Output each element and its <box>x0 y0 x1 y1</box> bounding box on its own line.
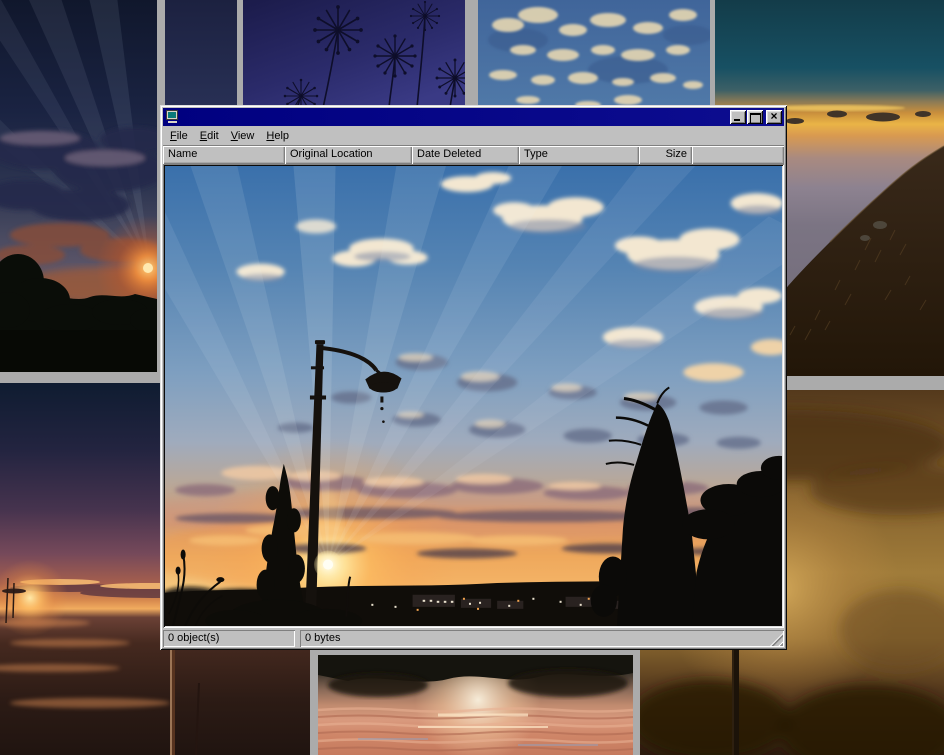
column-header-name[interactable]: Name <box>163 146 285 164</box>
column-header-original-location[interactable]: Original Location <box>285 146 412 164</box>
column-header-row: Name Original Location Date Deleted Type… <box>163 146 784 164</box>
sunset-photo <box>165 166 782 626</box>
column-header-filler <box>692 146 784 164</box>
menu-item-help[interactable]: Help <box>260 127 295 145</box>
wallpaper-photo-cloud-flecks <box>478 0 710 108</box>
status-total-size: 0 bytes <box>300 630 784 648</box>
title-bar[interactable]: × <box>163 108 784 126</box>
column-header-size[interactable]: Size <box>639 146 692 164</box>
close-button[interactable]: × <box>766 110 782 124</box>
close-icon: × <box>770 109 777 123</box>
status-bar: 0 object(s) 0 bytes <box>163 630 784 648</box>
menu-bar: File Edit View Help <box>163 127 784 146</box>
column-header-date-deleted[interactable]: Date Deleted <box>412 146 519 164</box>
wallpaper-photo-water-ripples <box>318 655 633 755</box>
list-viewport[interactable] <box>163 164 784 628</box>
menu-item-edit[interactable]: Edit <box>194 127 225 145</box>
status-object-count: 0 object(s) <box>163 630 295 648</box>
recycle-bin-window: × File Edit View Help Name Original Loca… <box>160 105 787 650</box>
menu-item-view[interactable]: View <box>225 127 261 145</box>
wallpaper-photo-dark-sky <box>165 0 237 108</box>
menu-item-file[interactable]: File <box>164 127 194 145</box>
minimize-button[interactable] <box>730 110 746 124</box>
computer-monitor-icon[interactable] <box>165 110 180 123</box>
maximize-button[interactable] <box>747 110 763 124</box>
wallpaper-photo-dried-flowers <box>243 0 465 108</box>
column-header-type[interactable]: Type <box>519 146 639 164</box>
wallpaper-photo-sunray-sunset <box>0 0 157 372</box>
